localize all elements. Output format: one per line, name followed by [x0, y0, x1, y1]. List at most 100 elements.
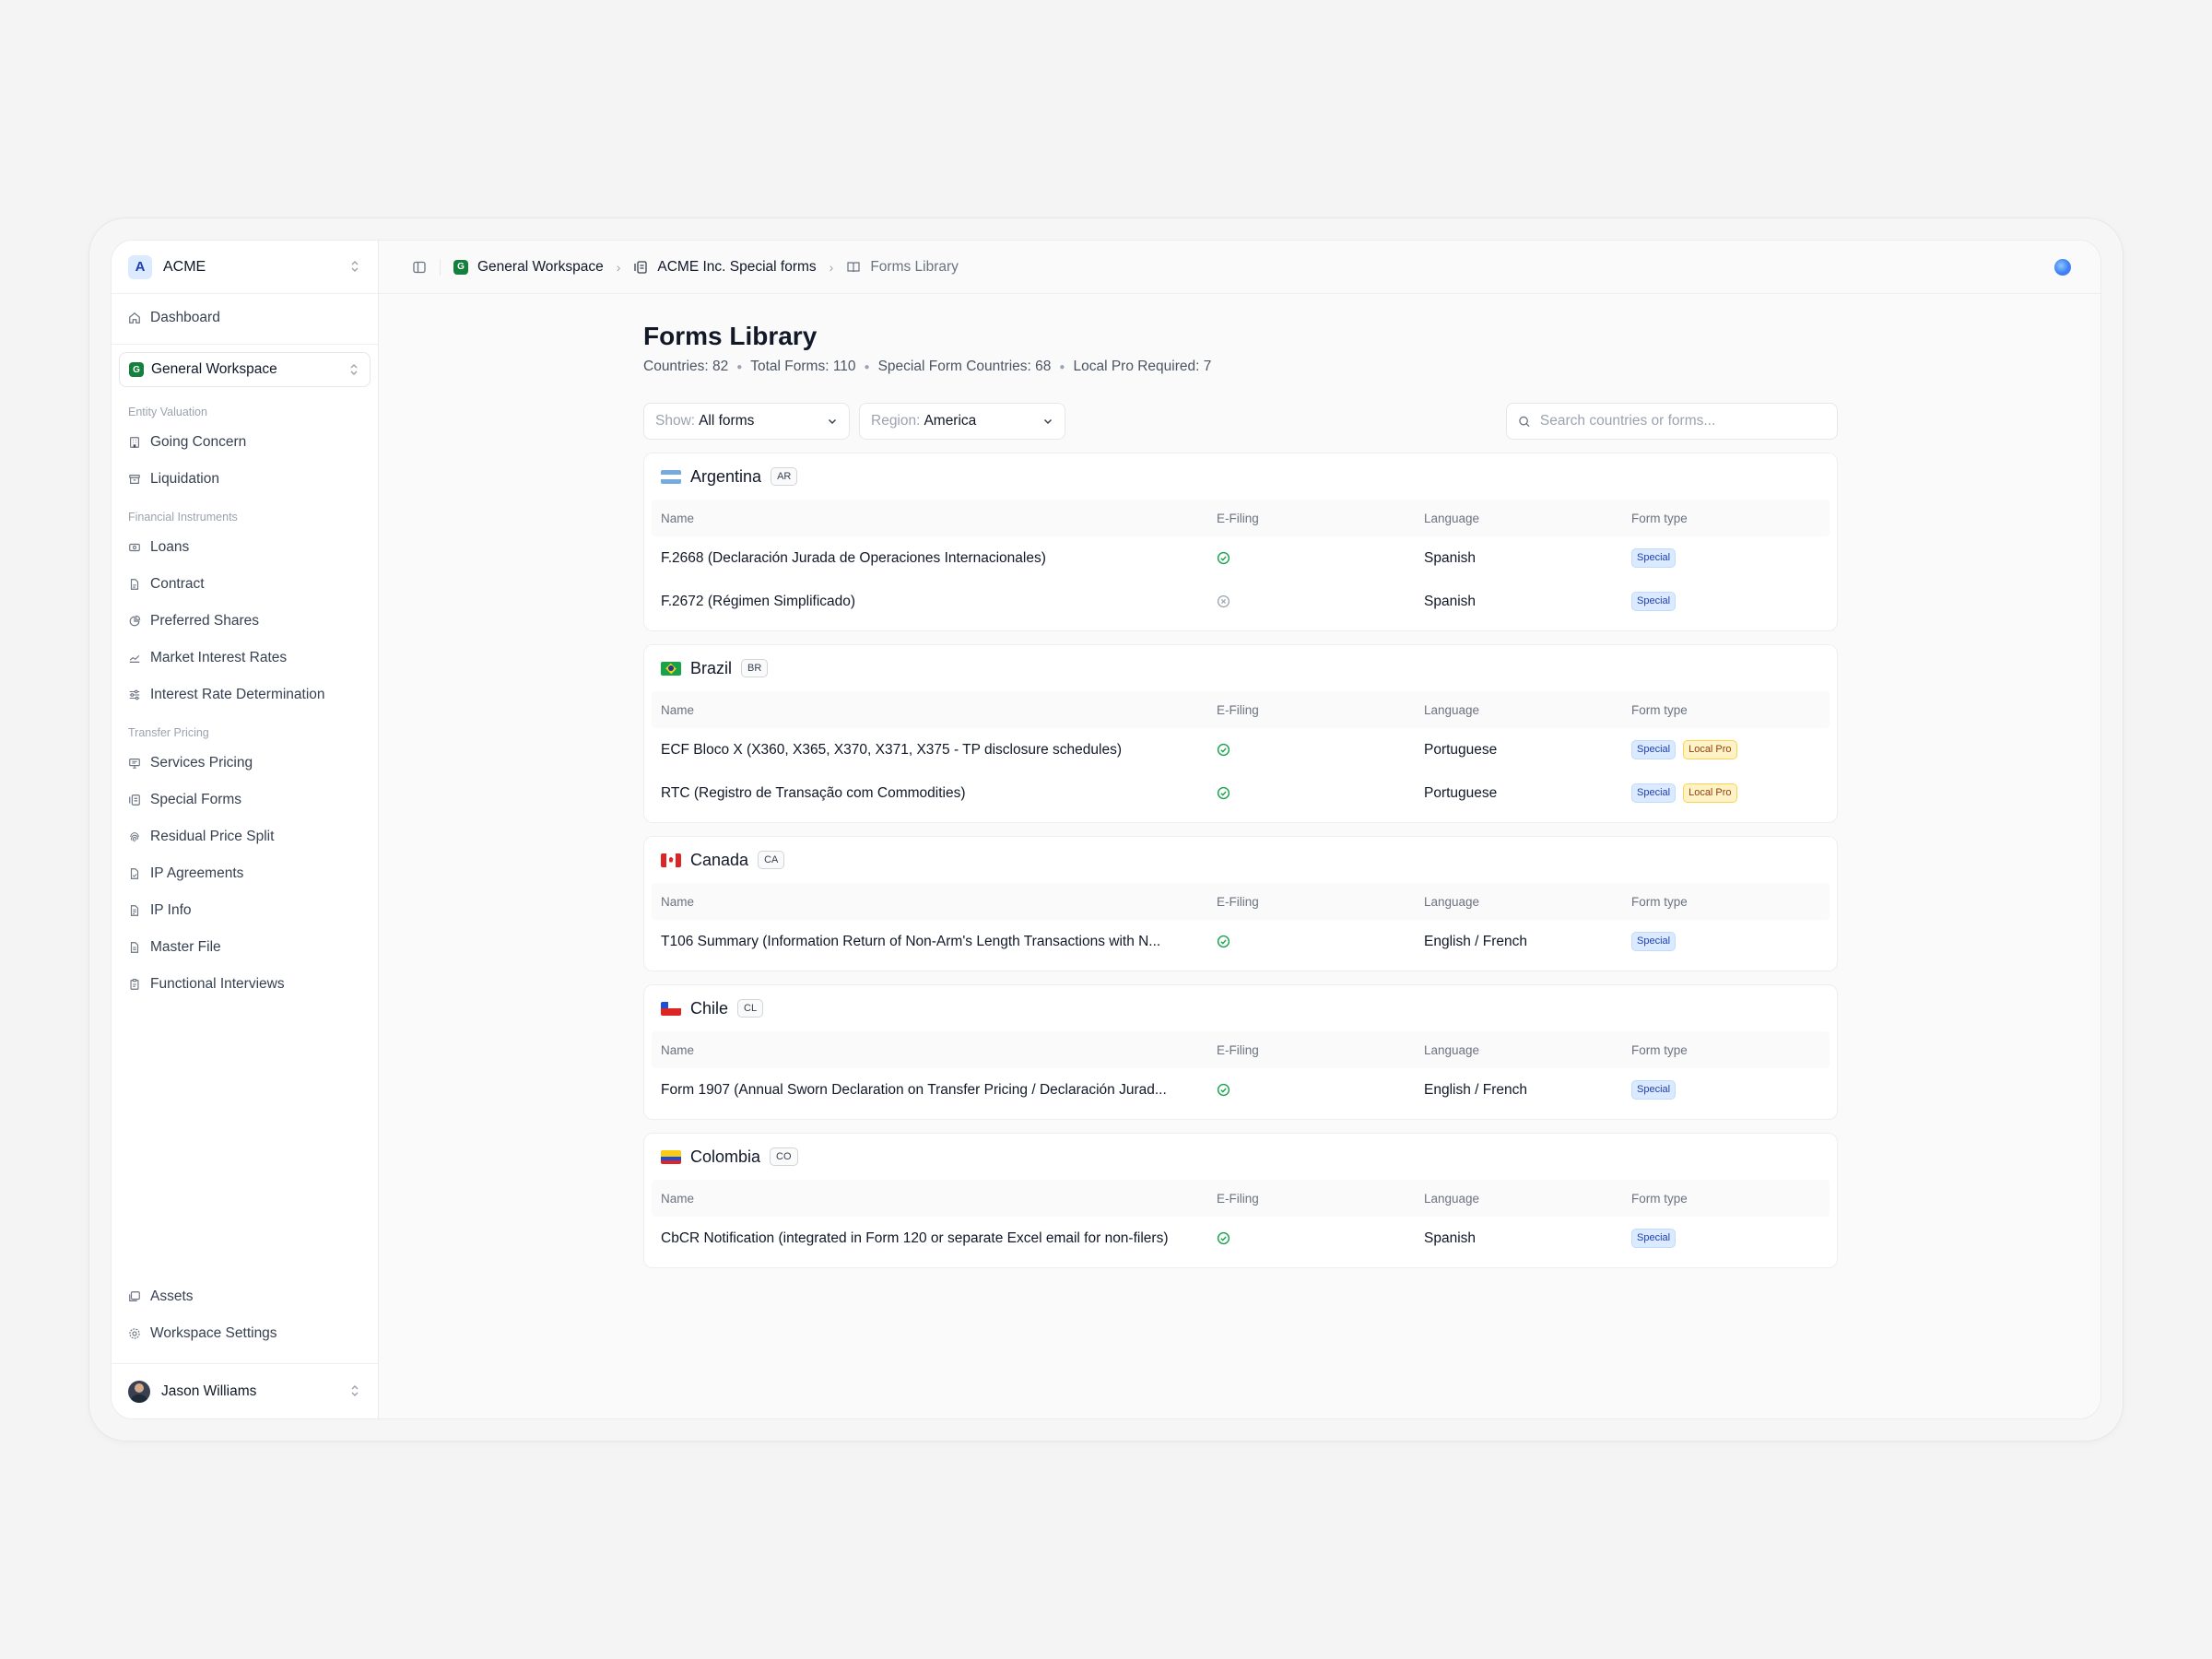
- sidebar-item-ip-info[interactable]: IP Info: [112, 892, 378, 929]
- show-filter-select[interactable]: Show: All forms: [643, 403, 850, 440]
- column-header-name: Name: [661, 702, 695, 717]
- country-name: Brazil: [690, 658, 733, 677]
- table-row[interactable]: T106 Summary (Information Return of Non-…: [652, 920, 1830, 963]
- file-check-icon: [130, 868, 139, 879]
- clipboard-icon: [130, 979, 139, 990]
- home-icon: [129, 312, 140, 324]
- country-list: Argentina AR Name E-Filing Language Form…: [643, 453, 1838, 1268]
- form-name: Form 1907 (Annual Sworn Declaration on T…: [661, 1081, 1167, 1098]
- efiling-status: [1217, 786, 1424, 800]
- breadcrumb-project[interactable]: ACME Inc. Special forms: [657, 259, 816, 276]
- table-row[interactable]: F.2668 (Declaración Jurada de Operacione…: [652, 536, 1830, 580]
- form-language: Portuguese: [1424, 784, 1498, 801]
- x-circle-icon: [1217, 594, 1230, 608]
- sidebar-item-loans[interactable]: Loans: [112, 529, 378, 566]
- sidebar-section-label: Transfer Pricing: [128, 726, 209, 739]
- book-open-icon: [847, 261, 860, 272]
- country-name: Argentina: [690, 466, 762, 486]
- sidebar-item-dashboard[interactable]: Dashboard: [112, 300, 378, 336]
- sidebar-item-liquidation[interactable]: Liquidation: [112, 461, 378, 498]
- org-avatar: A: [128, 254, 152, 279]
- efiling-status: [1217, 551, 1424, 565]
- column-header-form-type: Form type: [1631, 1191, 1688, 1206]
- sidebar-item-functional-interviews[interactable]: Functional Interviews: [112, 966, 378, 1003]
- local-pro-badge: Local Pro: [1683, 783, 1737, 803]
- nav-sections: Entity Valuation Going Concern Liquidati…: [112, 393, 378, 1003]
- form-type: Special: [1631, 1229, 1820, 1248]
- search-input[interactable]: [1539, 413, 1826, 429]
- filter-bar: Show: All forms Region: America: [643, 403, 1838, 440]
- flag-icon-cl: [661, 1001, 681, 1016]
- country-header[interactable]: Canada CA: [652, 837, 1830, 883]
- divider: [440, 258, 441, 276]
- form-language: Portuguese: [1424, 741, 1498, 758]
- check-circle-icon: [1217, 1083, 1230, 1097]
- breadcrumb: G General Workspace › ACME Inc. Special …: [453, 259, 959, 276]
- sidebar-item-label: Workspace Settings: [150, 1325, 277, 1341]
- sidebar-item-ip-agreements[interactable]: IP Agreements: [112, 855, 378, 892]
- table-header: Name E-Filing Language Form type: [652, 1031, 1830, 1068]
- stat-special-countries: Special Form Countries: 68: [877, 359, 1052, 374]
- sliders-icon: [129, 689, 140, 700]
- region-filter-value: America: [924, 413, 977, 429]
- assistant-orb-icon[interactable]: [2054, 259, 2071, 276]
- efiling-status: [1217, 743, 1424, 757]
- stats-line: Countries: 82 ● Total Forms: 110 ● Speci…: [643, 359, 1838, 375]
- sidebar-item-workspace-settings[interactable]: Workspace Settings: [112, 1315, 378, 1352]
- flag-icon-co: [661, 1149, 681, 1164]
- form-name: CbCR Notification (integrated in Form 12…: [661, 1230, 1169, 1246]
- dot-separator: ●: [736, 361, 743, 372]
- org-switcher[interactable]: A ACME: [112, 241, 378, 294]
- check-circle-icon: [1217, 935, 1230, 948]
- column-header-language: Language: [1424, 894, 1480, 909]
- sidebar-item-market-interest-rates[interactable]: Market Interest Rates: [112, 640, 378, 677]
- sidebar-item-contract[interactable]: Contract: [112, 566, 378, 603]
- file-info-icon: [130, 905, 139, 916]
- table-row[interactable]: CbCR Notification (integrated in Form 12…: [652, 1217, 1830, 1260]
- sidebar-item-assets[interactable]: Assets: [112, 1278, 378, 1315]
- region-filter-label: Region:: [871, 413, 921, 429]
- sidebar-item-going-concern[interactable]: Going Concern: [112, 424, 378, 461]
- table-header: Name E-Filing Language Form type: [652, 691, 1830, 728]
- stat-total-forms: Total Forms: 110: [750, 359, 856, 374]
- sidebar-item-label: Dashboard: [150, 310, 220, 325]
- main-content: Forms Library Countries: 82 ● Total Form…: [379, 294, 2100, 1418]
- sidebar-item-residual-price-split[interactable]: Residual Price Split: [112, 818, 378, 855]
- column-header-language: Language: [1424, 1191, 1480, 1206]
- country-header[interactable]: Brazil BR: [652, 645, 1830, 691]
- table-row[interactable]: RTC (Registro de Transação com Commoditi…: [652, 771, 1830, 815]
- form-type: Special: [1631, 548, 1820, 568]
- country-code-badge: CL: [737, 999, 764, 1018]
- efiling-status: [1217, 1231, 1424, 1245]
- country-header[interactable]: Argentina AR: [652, 453, 1830, 500]
- sidebar-item-interest-rate-determination[interactable]: Interest Rate Determination: [112, 677, 378, 713]
- table-row[interactable]: ECF Bloco X (X360, X365, X370, X371, X37…: [652, 728, 1830, 771]
- forms-icon: [129, 794, 140, 806]
- country-code-badge: BR: [741, 659, 769, 677]
- sidebar-item-preferred-shares[interactable]: Preferred Shares: [112, 603, 378, 640]
- workspace-select[interactable]: G General Workspace: [119, 352, 371, 387]
- stat-local-pro: Local Pro Required: 7: [1073, 359, 1212, 374]
- table-row[interactable]: Form 1907 (Annual Sworn Declaration on T…: [652, 1068, 1830, 1112]
- avatar: [128, 1380, 150, 1403]
- column-header-language: Language: [1424, 702, 1480, 717]
- region-filter-select[interactable]: Region: America: [859, 403, 1065, 440]
- chevrons-up-down-icon: [347, 363, 360, 377]
- breadcrumb-workspace[interactable]: General Workspace: [477, 259, 604, 276]
- sidebar-item-services-pricing[interactable]: Services Pricing: [112, 745, 378, 782]
- search-icon: [1519, 416, 1530, 427]
- special-badge: Special: [1631, 548, 1677, 568]
- sidebar-item-master-file[interactable]: Master File: [112, 929, 378, 966]
- sidebar-item-special-forms[interactable]: Special Forms: [112, 782, 378, 818]
- layers-icon: [129, 1291, 140, 1301]
- country-header[interactable]: Chile CL: [652, 985, 1830, 1031]
- table-row[interactable]: F.2672 (Régimen Simplificado) Spanish Sp…: [652, 580, 1830, 623]
- user-menu[interactable]: Jason Williams: [112, 1363, 378, 1418]
- special-badge: Special: [1631, 740, 1677, 759]
- sidebar-toggle-icon[interactable]: [412, 260, 427, 275]
- form-language: Spanish: [1424, 549, 1477, 566]
- sidebar-item-label: Master File: [150, 939, 221, 955]
- country-header[interactable]: Colombia CO: [652, 1134, 1830, 1180]
- org-name: ACME: [163, 258, 206, 275]
- search-box[interactable]: [1506, 403, 1838, 440]
